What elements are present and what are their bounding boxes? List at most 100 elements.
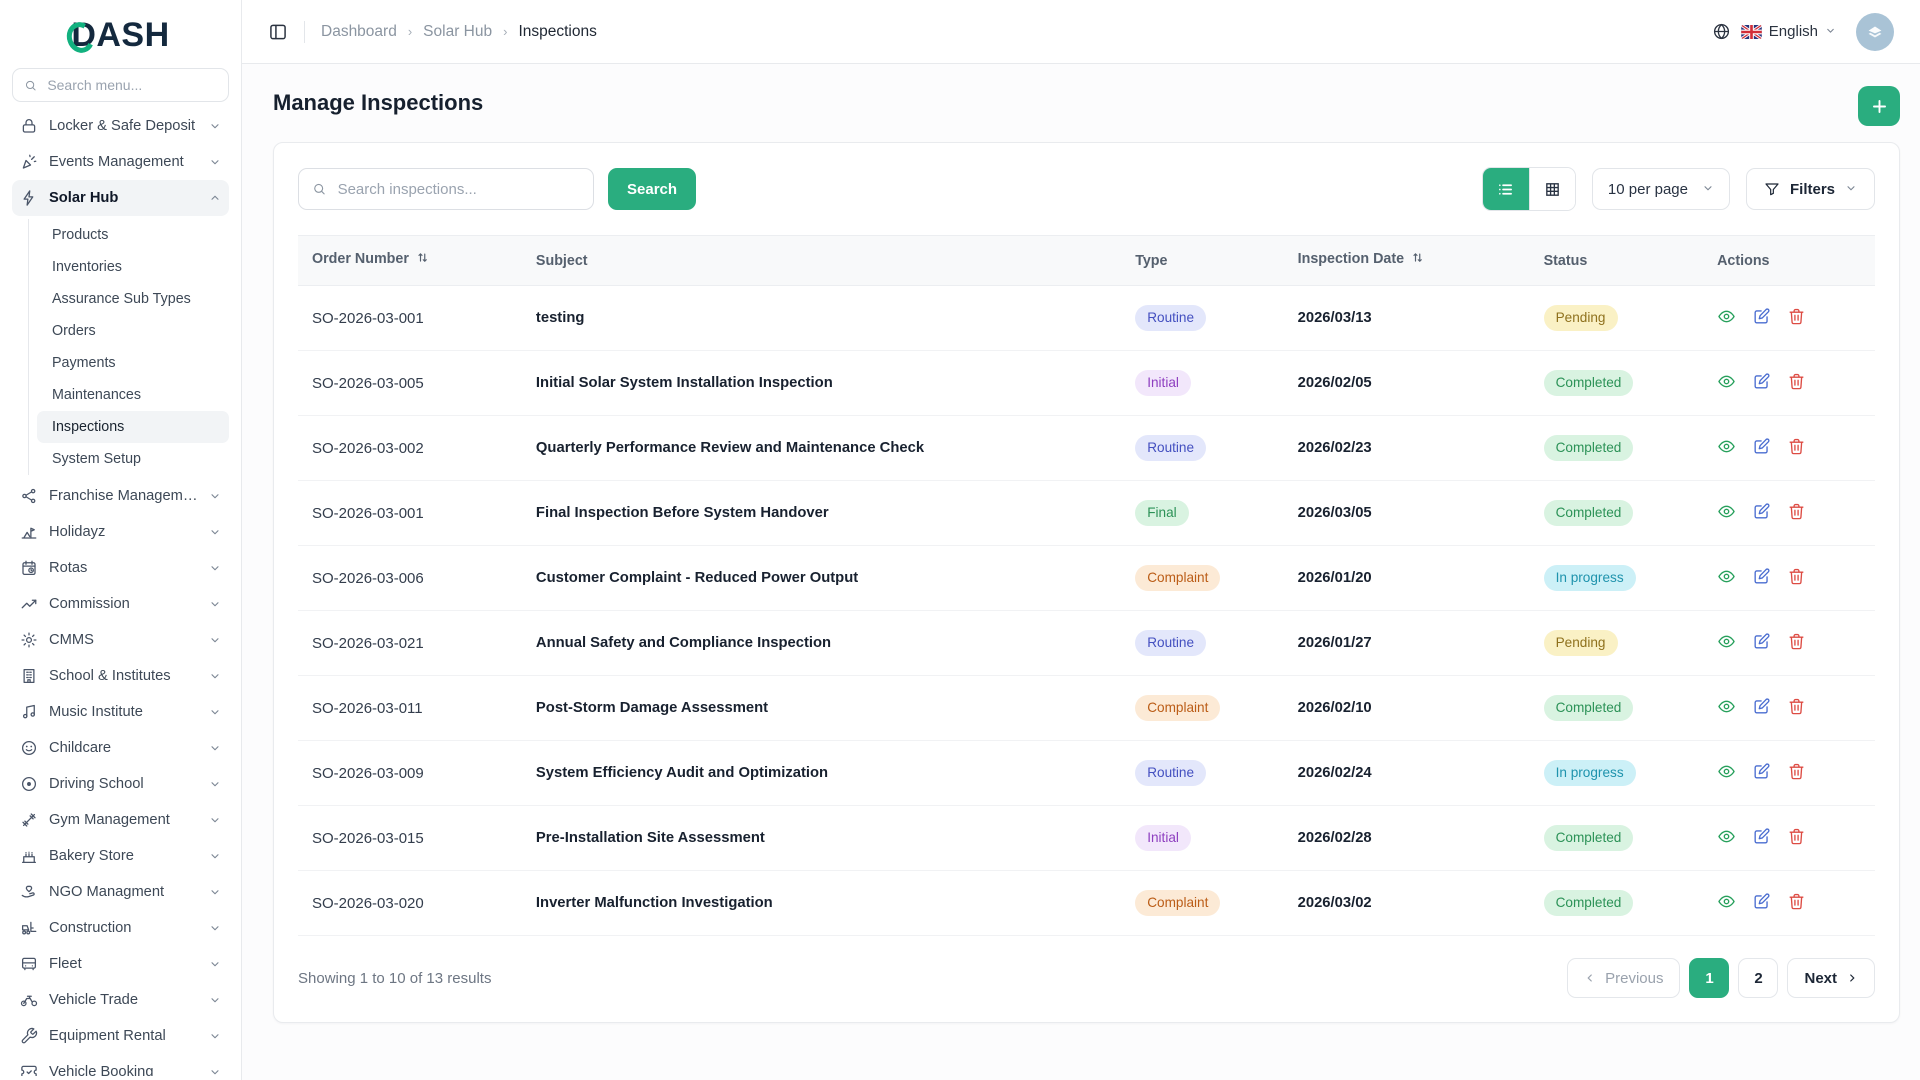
delete-button[interactable] (1787, 762, 1806, 781)
sidebar-item-vehicle-trade[interactable]: Vehicle Trade (12, 982, 229, 1018)
view-button[interactable] (1717, 567, 1736, 586)
sort-icon[interactable] (416, 251, 431, 270)
sidebar-item-franchise-management[interactable]: Franchise Management (12, 478, 229, 514)
sidebar-item-school-institutes[interactable]: School & Institutes (12, 658, 229, 694)
pencil-icon (1752, 632, 1771, 651)
chevron-down-icon (209, 922, 221, 934)
view-button[interactable] (1717, 307, 1736, 326)
delete-button[interactable] (1787, 372, 1806, 391)
status-badge: Pending (1543, 630, 1618, 656)
view-button[interactable] (1717, 437, 1736, 456)
sidebar-search[interactable] (12, 68, 229, 102)
actions-cell (1703, 545, 1875, 611)
delete-button[interactable] (1787, 827, 1806, 846)
sidebar-item-bakery-store[interactable]: Bakery Store (12, 838, 229, 874)
sidebar-item-events-management[interactable]: Events Management (12, 144, 229, 180)
search-button[interactable]: Search (608, 168, 697, 210)
globe-icon[interactable] (1712, 22, 1731, 41)
inspection-date-cell: 2026/03/05 (1283, 480, 1530, 546)
grid-view-button[interactable] (1528, 168, 1575, 210)
type-badge: Routine (1135, 305, 1207, 331)
edit-button[interactable] (1752, 437, 1771, 456)
inspections-search[interactable] (298, 168, 594, 210)
order-number-cell: SO-2026-03-002 (298, 415, 522, 481)
sidebar-item-fleet[interactable]: Fleet (12, 946, 229, 982)
delete-button[interactable] (1787, 307, 1806, 326)
view-button[interactable] (1717, 372, 1736, 391)
delete-button[interactable] (1787, 502, 1806, 521)
edit-button[interactable] (1752, 762, 1771, 781)
edit-button[interactable] (1752, 697, 1771, 716)
sidebar-item-construction[interactable]: Construction (12, 910, 229, 946)
inspections-search-input[interactable] (335, 179, 580, 199)
sidebar-search-input[interactable] (45, 76, 217, 94)
pencil-icon (1752, 697, 1771, 716)
edit-button[interactable] (1752, 372, 1771, 391)
sidebar-item-music-institute[interactable]: Music Institute (12, 694, 229, 730)
sort-icon[interactable] (1411, 251, 1426, 270)
sidebar-toggle-button[interactable] (268, 22, 288, 42)
delete-button[interactable] (1787, 632, 1806, 651)
sidebar-item-childcare[interactable]: Childcare (12, 730, 229, 766)
view-button[interactable] (1717, 697, 1736, 716)
view-button[interactable] (1717, 827, 1736, 846)
delete-button[interactable] (1787, 697, 1806, 716)
delete-button[interactable] (1787, 567, 1806, 586)
page-title: Manage Inspections (273, 90, 484, 115)
sidebar-subitem-system-setup[interactable]: System Setup (37, 443, 229, 475)
sidebar-item-locker-safe-deposit[interactable]: Locker & Safe Deposit (12, 108, 229, 144)
inspection-date-cell: 2026/01/20 (1283, 545, 1530, 611)
sidebar-item-solar-hub[interactable]: Solar Hub (12, 180, 229, 216)
sidebar-item-rotas[interactable]: Rotas (12, 550, 229, 586)
sidebar-item-equipment-rental[interactable]: Equipment Rental (12, 1018, 229, 1054)
column-header-inspection-date[interactable]: Inspection Date (1283, 235, 1530, 286)
next-page-button[interactable]: Next (1787, 958, 1875, 998)
edit-button[interactable] (1752, 307, 1771, 326)
sidebar-subitem-inventories[interactable]: Inventories (37, 251, 229, 283)
sidebar-subitem-inspections[interactable]: Inspections (37, 411, 229, 443)
page-button-2[interactable]: 2 (1738, 958, 1779, 998)
previous-page-button[interactable]: Previous (1567, 958, 1681, 998)
sidebar-item-holidayz[interactable]: Holidayz (12, 514, 229, 550)
chevron-down-icon (209, 670, 221, 682)
view-button[interactable] (1717, 632, 1736, 651)
sidebar-subitem-orders[interactable]: Orders (37, 315, 229, 347)
avatar[interactable] (1856, 12, 1894, 51)
sidebar-subitem-assurance-sub-types[interactable]: Assurance Sub Types (37, 283, 229, 315)
sidebar-item-ngo-managment[interactable]: NGO Managment (12, 874, 229, 910)
type-cell: Routine (1121, 610, 1284, 676)
delete-button[interactable] (1787, 437, 1806, 456)
delete-button[interactable] (1787, 892, 1806, 911)
view-button[interactable] (1717, 892, 1736, 911)
sidebar-subitem-maintenances[interactable]: Maintenances (37, 379, 229, 411)
edit-button[interactable] (1752, 892, 1771, 911)
per-page-select[interactable]: 10 per page (1591, 168, 1730, 210)
table-row: SO-2026-03-021 Annual Safety and Complian… (298, 610, 1875, 676)
sidebar-item-driving-school[interactable]: Driving School (12, 766, 229, 802)
edit-button[interactable] (1752, 632, 1771, 651)
add-inspection-button[interactable] (1858, 86, 1900, 126)
list-view-button[interactable] (1482, 168, 1529, 210)
sidebar-item-cmms[interactable]: CMMS (12, 622, 229, 658)
inspection-date-cell: 2026/02/24 (1283, 740, 1530, 806)
edit-button[interactable] (1752, 827, 1771, 846)
page-button-1[interactable]: 1 (1689, 958, 1730, 998)
order-number-cell: SO-2026-03-021 (298, 610, 522, 676)
language-selector[interactable]: English (1740, 23, 1836, 40)
sidebar-item-vehicle-booking[interactable]: Vehicle Booking (12, 1054, 229, 1076)
sidebar-item-gym-management[interactable]: Gym Management (12, 802, 229, 838)
eye-icon (1717, 307, 1736, 326)
sidebar-subitem-payments[interactable]: Payments (37, 347, 229, 379)
view-button[interactable] (1717, 762, 1736, 781)
sidebar-item-commission[interactable]: Commission (12, 586, 229, 622)
filters-button[interactable]: Filters (1745, 168, 1875, 210)
eye-icon (1717, 827, 1736, 846)
edit-button[interactable] (1752, 567, 1771, 586)
pencil-icon (1752, 567, 1771, 586)
view-button[interactable] (1717, 502, 1736, 521)
sidebar-subitem-products[interactable]: Products (37, 219, 229, 251)
column-header-order-number[interactable]: Order Number (298, 235, 522, 286)
breadcrumb-solar-hub[interactable]: Solar Hub (423, 23, 492, 41)
breadcrumb-dashboard[interactable]: Dashboard (321, 23, 397, 41)
edit-button[interactable] (1752, 502, 1771, 521)
